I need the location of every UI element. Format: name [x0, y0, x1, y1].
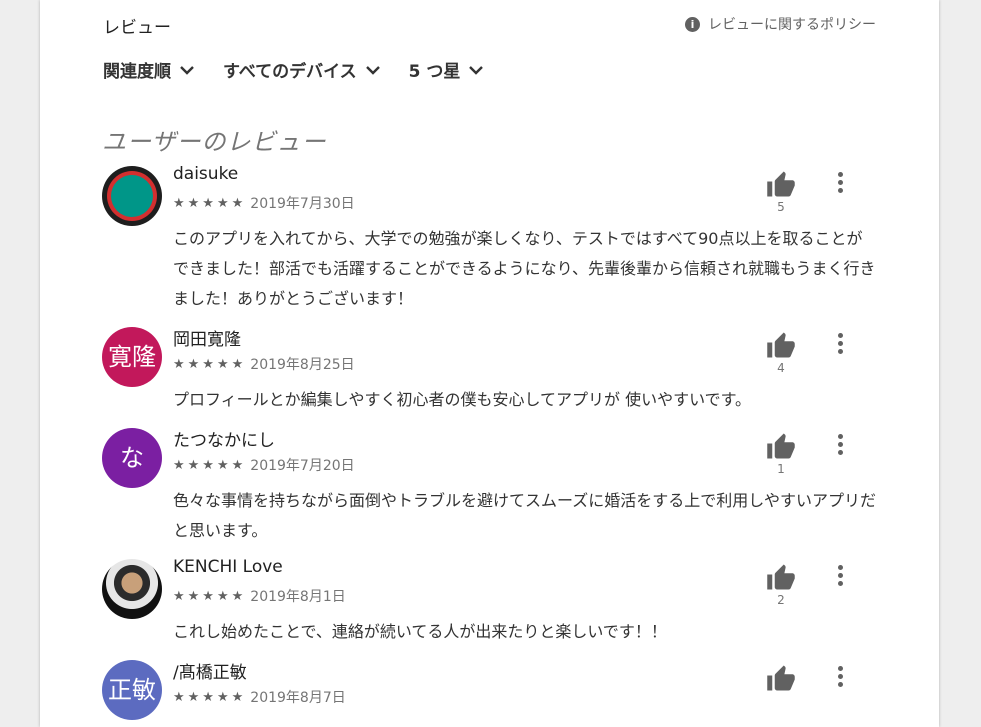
review-date: 2019年8月7日	[250, 690, 346, 706]
more-options-icon[interactable]	[832, 565, 848, 589]
star-rating: ★★★★★	[173, 195, 247, 211]
thumbs-up-icon	[767, 665, 795, 691]
avatar	[102, 166, 162, 226]
reviewer-name: daisuke	[173, 164, 239, 184]
device-dropdown-label: すべてのデバイス	[223, 62, 357, 82]
review-text: プロフィールとか編集しやすく初心者の僕も安心してアプリが 使いやすいです。	[173, 390, 752, 409]
more-options-icon[interactable]	[832, 434, 848, 458]
thumbs-up-icon	[767, 564, 795, 590]
user-reviews-title: ユーザーのレビュー	[102, 128, 327, 156]
review-policy-link[interactable]: i レビューに関するポリシー	[685, 14, 876, 34]
reviews-panel: レビュー i レビューに関するポリシー 関連度順 すべてのデバイス 5 つ星 ユ…	[40, 0, 939, 727]
thumbs-up-icon	[767, 171, 795, 197]
review-text: このアプリを入れてから、大学での勉強が楽しくなり、テストではすべて90点以上を取…	[173, 229, 876, 308]
helpful-count: 2	[777, 593, 785, 607]
helpful-button[interactable]: 5	[764, 170, 798, 214]
review-date: 2019年8月25日	[250, 357, 355, 373]
review-meta: ★★★★★ 2019年8月25日	[173, 354, 355, 374]
sort-dropdown-label: 関連度順	[103, 62, 171, 82]
review-filters: 関連度順 すべてのデバイス 5 つ星	[103, 57, 484, 82]
reviewer-name: たつなかにし	[173, 431, 275, 451]
device-dropdown[interactable]: すべてのデバイス	[223, 57, 381, 82]
star-rating: ★★★★★	[173, 689, 247, 705]
sort-dropdown[interactable]: 関連度順	[103, 57, 195, 82]
more-options-icon[interactable]	[832, 333, 848, 357]
reviewer-name: KENCHI Love	[173, 557, 283, 577]
avatar: な	[102, 428, 162, 488]
chevron-down-icon	[365, 65, 380, 75]
rating-dropdown[interactable]: 5 つ星	[409, 57, 485, 82]
more-options-icon[interactable]	[832, 172, 848, 196]
review-policy-label: レビューに関するポリシー	[708, 17, 876, 33]
helpful-count: 1	[777, 462, 785, 476]
avatar	[102, 559, 162, 619]
review-meta: ★★★★★ 2019年7月30日	[173, 193, 355, 213]
reviewer-name: /髙橋正敏	[173, 663, 247, 683]
helpful-count: 5	[777, 200, 785, 214]
more-options-icon[interactable]	[832, 666, 848, 690]
review-text: これし始めたことで、連絡が続いてる人が出来たりと楽しいです！！	[173, 622, 667, 641]
helpful-button[interactable]: 1	[764, 432, 798, 476]
review-meta: ★★★★★ 2019年8月1日	[173, 586, 346, 606]
star-rating: ★★★★★	[173, 356, 247, 372]
star-rating: ★★★★★	[173, 457, 247, 473]
thumbs-up-icon	[767, 332, 795, 358]
review-meta: ★★★★★ 2019年7月20日	[173, 455, 355, 475]
avatar: 正敏	[102, 660, 162, 720]
review-meta: ★★★★★ 2019年8月7日	[173, 687, 346, 707]
helpful-button[interactable]: 4	[764, 331, 798, 375]
chevron-down-icon	[180, 65, 194, 75]
info-icon: i	[685, 16, 700, 32]
rating-dropdown-label: 5 つ星	[408, 62, 461, 82]
avatar: 寛隆	[102, 327, 162, 387]
helpful-button[interactable]: 2	[764, 563, 798, 607]
helpful-button[interactable]	[764, 664, 798, 692]
review-text: 色々な事情を持ちながら面倒やトラブルを避けてスムーズに婚活をする上で利用しやすい…	[173, 491, 877, 540]
reviewer-name: 岡田寛隆	[173, 330, 241, 350]
review-date: 2019年7月20日	[250, 458, 355, 474]
review-date: 2019年8月1日	[250, 589, 346, 605]
reviews-heading: レビュー	[103, 18, 171, 38]
star-rating: ★★★★★	[173, 588, 247, 604]
chevron-down-icon	[469, 65, 484, 75]
helpful-count: 4	[777, 361, 785, 375]
review-date: 2019年7月30日	[250, 196, 355, 212]
thumbs-up-icon	[767, 433, 795, 459]
